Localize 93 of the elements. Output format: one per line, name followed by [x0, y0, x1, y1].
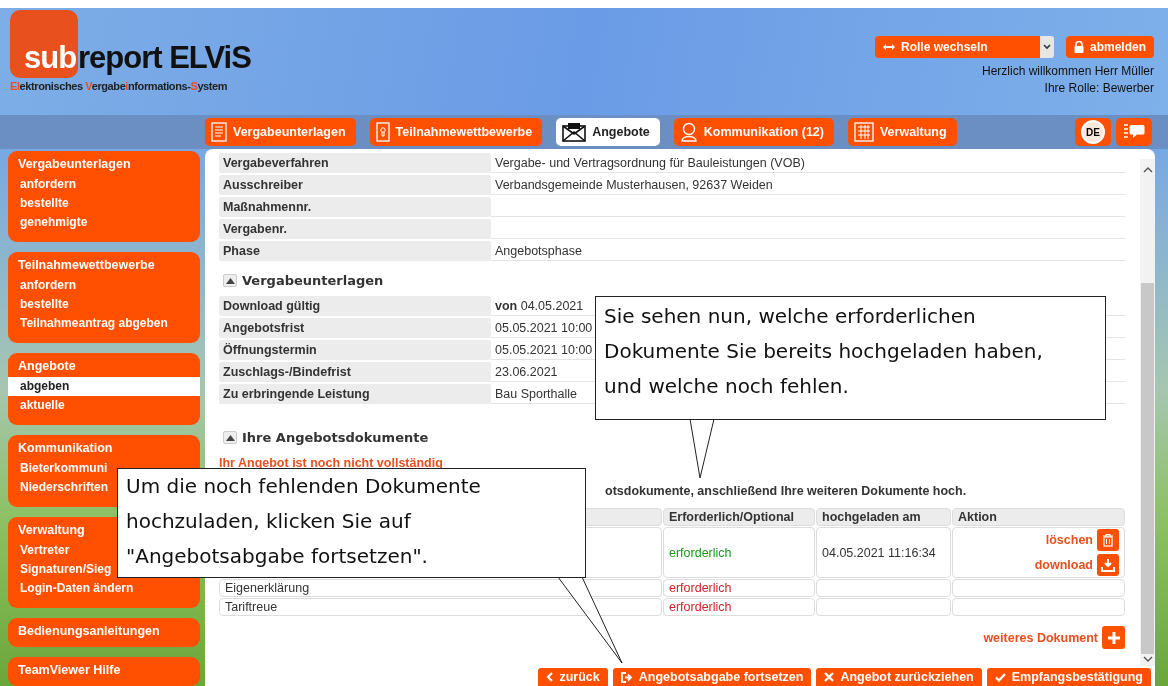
logout-button[interactable]: abmelden — [1066, 36, 1154, 58]
collapse-toggle[interactable] — [223, 274, 237, 287]
sidebar-item[interactable]: Teilnahmeantrag abgeben — [8, 314, 180, 333]
section-title: Ihre Angebotsdokumente — [242, 430, 429, 445]
role-switch-dropdown[interactable]: Rolle wechseln — [875, 36, 1040, 58]
sidebar-heading[interactable]: Verwaltung — [8, 521, 95, 541]
language-button[interactable]: DE — [1075, 118, 1111, 146]
field-value: 05.05.2021 10:00 — [495, 320, 593, 335]
add-document-link[interactable]: weiteres Dokument — [983, 630, 1098, 645]
requirement-status: erforderlich — [663, 598, 815, 616]
hint-tooltip: Um die noch fehlenden Dokumente hochzuladen, klicken Sie auf "Angebotsabgabe fortsetzen". — [117, 468, 586, 578]
sidebar-heading[interactable]: TeamViewer Hilfe — [8, 661, 131, 681]
welcome-text: Herzlich willkommen Herr Müller — [981, 63, 1154, 80]
envelope-icon — [562, 122, 587, 142]
nav-tab[interactable]: Kommunikation (12) — [673, 118, 834, 146]
role-text: Ihre Rolle: Bewerber — [1044, 80, 1154, 97]
field-value: Bau Sporthalle — [495, 386, 577, 401]
field-label: Vergabenr. — [219, 219, 491, 239]
field-value: Angebotsphase — [495, 243, 582, 258]
column-header: Aktion — [952, 508, 1125, 526]
field-label: Angebotsfrist — [219, 318, 491, 338]
sidebar-item[interactable]: Vertreter — [8, 541, 82, 560]
scrollbar[interactable] — [1140, 159, 1155, 666]
sidebar-heading[interactable]: Angebote — [8, 357, 86, 377]
sidebar-item[interactable]: abgeben — [8, 377, 200, 396]
sidebar-item[interactable]: bestellte — [8, 295, 81, 314]
chevron-left-icon — [546, 672, 554, 682]
sidebar-item[interactable]: aktuelle — [8, 396, 77, 415]
chat-list-icon[interactable] — [1116, 118, 1152, 146]
chevron-down-icon[interactable] — [1142, 656, 1153, 662]
field-value: von 04.05.2021 — [495, 298, 584, 313]
field-label: Zu erbringende Leistung — [219, 384, 491, 404]
action-link[interactable]: download — [1034, 558, 1093, 572]
scrollbar-thumb[interactable] — [1141, 283, 1154, 654]
triangle-up-icon — [225, 434, 235, 441]
logo-tagline: Elektronisches Vergabeinformations-System — [10, 80, 229, 92]
requirement-status: erforderlich — [663, 527, 815, 578]
cross-icon — [824, 672, 835, 682]
checkmark-icon — [994, 672, 1006, 682]
requirement-status: erforderlich — [663, 579, 815, 597]
warning-text: Ihr Angebot ist noch nicht vollständig — [219, 456, 444, 470]
nav-tab[interactable]: Vergabeunterlagen — [205, 118, 356, 146]
nav-tab[interactable]: Angebote — [556, 118, 660, 146]
field-label: Vergabeverfahren — [219, 153, 491, 173]
action-button[interactable]: Angebot zurückziehen — [816, 668, 982, 686]
sidebar-item[interactable]: anfordern — [8, 276, 88, 295]
action-button[interactable]: Empfangsbestätigung — [986, 668, 1151, 686]
column-header: Erforderlich/Optional — [663, 508, 815, 526]
double-arrow-icon — [883, 43, 895, 51]
field-value: 23.06.2021 — [495, 364, 558, 379]
table-cell: Tariftreue — [219, 598, 662, 616]
action-button[interactable]: zurück — [538, 668, 608, 686]
exit-arrow-icon — [620, 671, 633, 683]
sidebar-item[interactable]: genehmigte — [8, 213, 100, 232]
field-value: Verbandsgemeinde Musterhausen, 92637 Weiden — [495, 177, 773, 192]
action-button[interactable]: Angebotsabgabe fortsetzen — [612, 668, 812, 686]
plus-icon[interactable] — [1102, 626, 1125, 649]
field-label: Ausschreiber — [219, 175, 491, 195]
field-value: Vergabe- und Vertragsordnung für Bauleistungen (VOB) — [495, 155, 805, 170]
instruction-text: otsdokumente, anschließend Ihre weiteren Dokumente hoch. — [605, 484, 967, 498]
sidebar-heading[interactable]: Teilnahmewettbewerbe — [8, 256, 165, 276]
keyhole-icon — [375, 122, 390, 142]
field-value: 05.05.2021 10:00 — [495, 342, 593, 357]
sidebar-item[interactable]: Bieterkommuni — [8, 459, 120, 478]
sidebar-item[interactable]: bestellte — [8, 194, 81, 213]
field-label: Download gültig — [219, 296, 491, 316]
trash-icon[interactable] — [1097, 529, 1119, 551]
action-link[interactable]: löschen — [1045, 533, 1093, 547]
field-label: Maßnahmennr. — [219, 197, 491, 217]
document-icon — [211, 122, 227, 142]
lock-icon — [1074, 41, 1084, 53]
sidebar-item[interactable]: Login-Daten ändern — [8, 579, 146, 598]
table-cell: Eigenerklärung — [219, 579, 662, 597]
hint-tooltip: Sie sehen nun, welche erforderlichen Dokumente Sie bereits hochgeladen haben, und welche noch fehlen. — [595, 296, 1106, 420]
collapse-toggle[interactable] — [223, 431, 237, 444]
chevron-up-icon[interactable] — [1142, 167, 1153, 173]
sidebar-heading[interactable]: Kommunikation — [8, 439, 123, 459]
building-icon — [853, 122, 874, 142]
table-cell: 04.05.2021 11:16:34 — [816, 527, 951, 578]
triangle-up-icon — [225, 277, 235, 284]
nav-tab[interactable]: Verwaltung — [847, 118, 957, 146]
logo-mark: sub — [10, 10, 78, 78]
field-label: Phase — [219, 241, 491, 261]
field-label: Öffnungstermin — [219, 340, 491, 360]
sidebar-heading[interactable]: Bedienungsanleitungen — [8, 622, 170, 642]
download-icon[interactable] — [1097, 554, 1119, 576]
person-icon — [679, 122, 698, 142]
field-label: Zuschlags-/Bindefrist — [219, 362, 491, 382]
sidebar-heading[interactable]: Vergabeunterlagen — [8, 155, 141, 175]
sidebar-item[interactable]: anfordern — [8, 175, 88, 194]
nav-tab[interactable]: Teilnahmewettbewerbe — [369, 118, 543, 146]
column-header: hochgeladen am — [816, 508, 951, 526]
section-title: Vergabeunterlagen — [242, 273, 384, 288]
